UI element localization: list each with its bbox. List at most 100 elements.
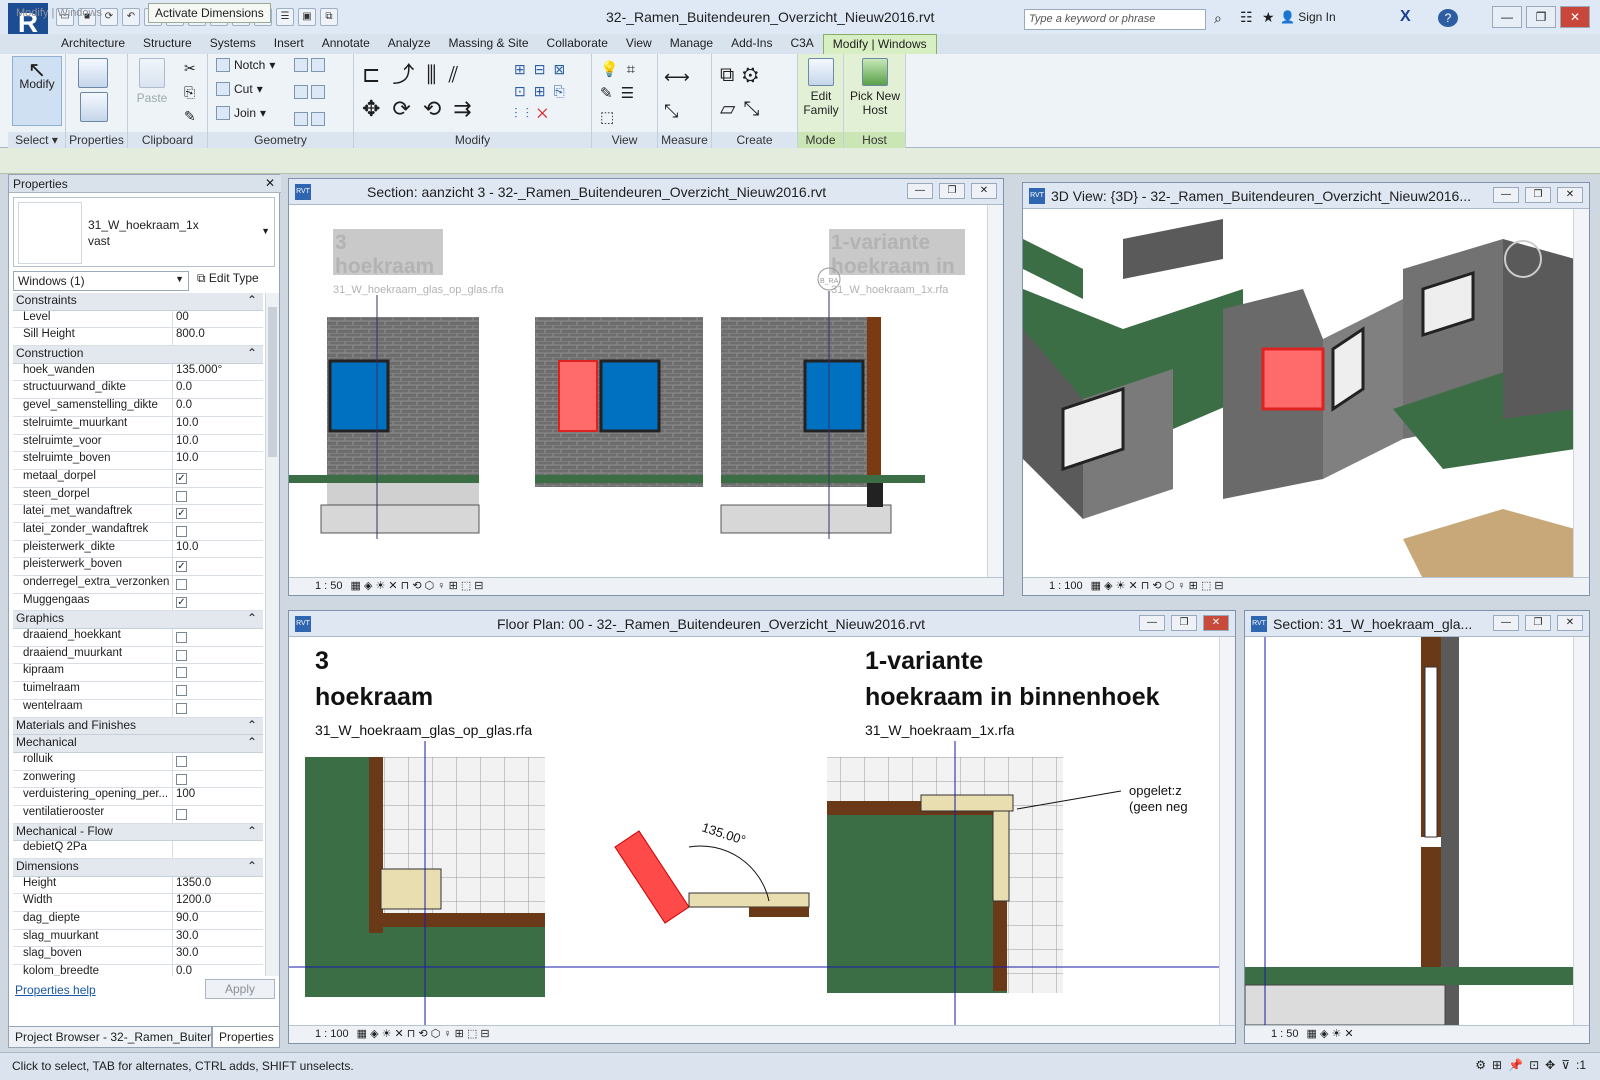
close-hidden-icon[interactable]: ▣	[298, 8, 316, 26]
select-underlay-icon[interactable]: ⊞	[1492, 1058, 1502, 1072]
pick-new-host-button[interactable]: Pick New Host	[846, 58, 904, 117]
tab-massing-site[interactable]: Massing & Site	[440, 34, 538, 54]
property-group[interactable]: Construction ⌃	[13, 346, 263, 364]
property-value[interactable]: 0.0	[173, 965, 263, 976]
instance-filter-dropdown[interactable]: Windows (1) ▼	[13, 271, 189, 291]
view-tools-icons[interactable]: 💡⌗ ✎☰ ⬚	[600, 58, 643, 130]
properties-scrollbar[interactable]	[265, 293, 279, 976]
section-detail-canvas[interactable]	[1245, 637, 1575, 1027]
activate-dimensions-button[interactable]: Activate Dimensions	[148, 3, 271, 23]
properties-help-link[interactable]: Properties help	[15, 983, 96, 997]
property-checkbox[interactable]: ✓	[173, 505, 263, 522]
tab-add-ins[interactable]: Add-Ins	[722, 34, 781, 54]
select-by-face-icon[interactable]: ⊡	[1529, 1058, 1539, 1072]
property-group[interactable]: Materials and Finishes ⌃	[13, 717, 263, 736]
collapse-icon[interactable]: ⌃	[247, 735, 257, 752]
close-button[interactable]: ✕	[1560, 6, 1590, 28]
property-value[interactable]: 1350.0	[173, 877, 263, 894]
property-checkbox[interactable]	[173, 647, 263, 664]
cut-geometry-button[interactable]: Cut ▾	[216, 82, 263, 96]
floor-plan-window[interactable]: RVT Floor Plan: 00 - 32-_Ramen_Buitendeur…	[288, 610, 1236, 1044]
property-value[interactable]: 10.0	[173, 417, 263, 434]
tab-analyze[interactable]: Analyze	[379, 34, 440, 54]
array-scale-pin-icons[interactable]: ⊞⊟⊠ ⊡⊞⎘ ⫶⫶✕	[514, 58, 573, 124]
undo-icon[interactable]: ↶	[122, 8, 140, 26]
restore-icon[interactable]: ❐	[1525, 187, 1551, 203]
tab-structure[interactable]: Structure	[134, 34, 201, 54]
collapse-icon[interactable]: ⌃	[247, 611, 257, 628]
vertical-scrollbar[interactable]	[987, 205, 1003, 577]
property-checkbox[interactable]	[173, 771, 263, 788]
view-control-icons[interactable]: ▦ ◈ ☀ ✕ ⊓ ⟲ ⬡ ♀ ⊞ ⬚ ⊟	[357, 1026, 490, 1043]
view-scale[interactable]: 1 : 50	[315, 578, 343, 595]
tab-annotate[interactable]: Annotate	[313, 34, 379, 54]
tab-c3a[interactable]: C3A	[781, 34, 822, 54]
modify-tools-icons[interactable]: ⊏⤴⫼⫽ ✥⟳⟲⇉	[362, 58, 484, 126]
measure-icons[interactable]: ⟷ ⤡	[664, 60, 690, 128]
geometry-tools-icons[interactable]	[294, 58, 326, 129]
property-checkbox[interactable]	[173, 806, 263, 823]
property-value[interactable]: 30.0	[173, 930, 263, 947]
property-value[interactable]: 0.0	[173, 399, 263, 416]
property-checkbox[interactable]	[173, 753, 263, 770]
property-checkbox[interactable]	[173, 700, 263, 717]
collapse-icon[interactable]: ⌃	[247, 346, 257, 363]
paste-button[interactable]: Paste	[134, 58, 170, 105]
property-checkbox[interactable]: ✓	[173, 470, 263, 487]
collapse-icon[interactable]: ⌃	[247, 859, 257, 876]
view-control-icons[interactable]: ▦ ◈ ☀ ✕	[1307, 1026, 1354, 1043]
property-value[interactable]: 00	[173, 311, 263, 328]
edit-family-button[interactable]: Edit Family	[800, 58, 842, 117]
minimize-icon[interactable]: —	[1493, 187, 1519, 203]
match-type-icon[interactable]: ✎	[184, 108, 196, 125]
view-scale[interactable]: 1 : 100	[1049, 578, 1083, 595]
property-group[interactable]: Dimensions ⌃	[13, 859, 263, 877]
property-group[interactable]: Constraints ⌃	[13, 293, 263, 311]
apply-button[interactable]: Apply	[205, 979, 275, 999]
collapse-icon[interactable]: ⌃	[247, 824, 257, 841]
close-icon[interactable]: ✕	[265, 176, 275, 190]
property-checkbox[interactable]: ✓	[173, 594, 263, 611]
tab-modify-windows[interactable]: Modify | Windows	[822, 34, 937, 54]
tab-architecture[interactable]: Architecture	[52, 34, 134, 54]
minimize-icon[interactable]: —	[907, 183, 933, 199]
property-value[interactable]: 800.0	[173, 328, 263, 345]
type-properties-button[interactable]	[78, 58, 108, 91]
select-dropdown[interactable]: Select ▾	[8, 132, 65, 148]
close-icon[interactable]: ✕	[1557, 187, 1583, 203]
section-detail-window[interactable]: RVT Section: 31_W_hoekraam_gla... — ❐ ✕ 1 :…	[1244, 610, 1590, 1044]
view-control-icons[interactable]: ▦ ◈ ☀ ✕ ⊓ ⟲ ⬡ ♀ ⊞ ⬚ ⊟	[351, 578, 484, 595]
vertical-scrollbar[interactable]	[1573, 637, 1589, 1025]
vertical-scrollbar[interactable]	[1219, 637, 1235, 1025]
filter-icon[interactable]: ⊽	[1561, 1058, 1570, 1072]
tab-insert[interactable]: Insert	[265, 34, 313, 54]
minimize-button[interactable]: —	[1492, 6, 1522, 28]
switch-windows-icon[interactable]: ⧉	[320, 8, 338, 26]
type-selector[interactable]: 31_W_hoekraam_1x vast ▼	[13, 197, 275, 267]
close-icon[interactable]: ✕	[971, 183, 997, 199]
subscription-icon[interactable]: ☷	[1240, 9, 1253, 26]
property-checkbox[interactable]	[173, 682, 263, 699]
vertical-scrollbar[interactable]	[1573, 209, 1589, 577]
join-button[interactable]: Join ▾	[216, 106, 266, 120]
exchange-apps-icon[interactable]: X	[1400, 8, 1411, 26]
property-value[interactable]: 10.0	[173, 452, 263, 469]
modify-button[interactable]: ↖ Modify	[12, 56, 62, 126]
property-value[interactable]: 30.0	[173, 947, 263, 964]
view-control-icons[interactable]: ▦ ◈ ☀ ✕ ⊓ ⟲ ⬡ ♀ ⊞ ⬚ ⊟	[1091, 578, 1224, 595]
notch-button[interactable]: Notch ▾	[216, 58, 275, 72]
collapse-icon[interactable]: ⌃	[247, 293, 257, 310]
property-value[interactable]: 10.0	[173, 541, 263, 558]
restore-button[interactable]: ❐	[1526, 6, 1556, 28]
tab-manage[interactable]: Manage	[661, 34, 722, 54]
properties-button[interactable]	[80, 92, 108, 125]
tab-systems[interactable]: Systems	[201, 34, 265, 54]
property-checkbox[interactable]	[173, 576, 263, 593]
sync-icon[interactable]: ⟳	[100, 8, 118, 26]
minimize-icon[interactable]: —	[1493, 615, 1519, 631]
copy-icon[interactable]: ⎘	[184, 84, 195, 101]
view-scale[interactable]: 1 : 50	[1271, 1026, 1299, 1043]
property-checkbox[interactable]	[173, 488, 263, 505]
restore-icon[interactable]: ❐	[1171, 615, 1197, 631]
status-icons[interactable]: ⚙ ⊞ 📌 ⊡ ✥ ⊽:1	[1475, 1058, 1586, 1072]
